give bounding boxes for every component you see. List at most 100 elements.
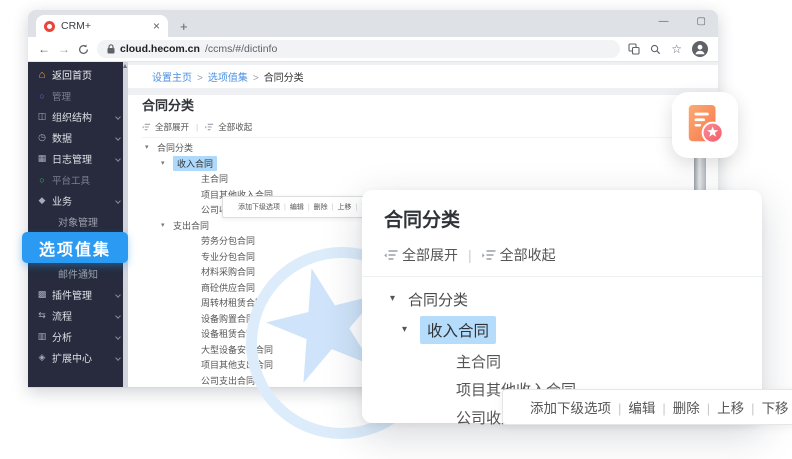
sidebar-item[interactable]: ◈ 扩展中心 [28, 347, 128, 368]
context-menu-item[interactable]: 添加下级选项 [516, 397, 611, 417]
tree-row[interactable]: ▾ 收入合同 [142, 156, 704, 172]
tree-row[interactable]: ▾ 合同分类 [142, 140, 704, 156]
sidebar-item[interactable]: ▦ 日志管理 [28, 148, 128, 169]
stage: CRM+ × + — ▢ ← → cloud.hecom.cn/ccms/#/d… [0, 0, 792, 459]
context-menu-item[interactable]: 删除 [655, 397, 699, 417]
crm-logo-icon [44, 21, 55, 32]
browser-toolbar: ← → cloud.hecom.cn/ccms/#/dictinfo ☆ [28, 37, 718, 62]
zoom-icon[interactable] [650, 44, 661, 55]
tree-node-label[interactable]: 劳务分包合同 [201, 234, 255, 247]
send-to-device-icon[interactable] [628, 43, 640, 55]
tab-title: CRM+ [61, 20, 147, 32]
sidebar-item[interactable]: ▥ 分析 [28, 326, 128, 347]
tree-expand-arrow-icon[interactable]: ▾ [161, 160, 169, 167]
sidebar-item[interactable]: ▩ 插件管理 [28, 284, 128, 305]
overlay-tree-toolbar: 全部展开 | 全部收起 [384, 245, 762, 265]
sidebar-item-label: 数据 [52, 130, 72, 145]
overlay-toolbar-separator: | [468, 247, 472, 263]
url-host: cloud.hecom.cn [120, 43, 200, 55]
sidebar-item-label: 返回首页 [52, 67, 92, 82]
tree-row[interactable]: ▾ 主合同 [362, 347, 762, 375]
tree-node-label[interactable]: 合同分类 [157, 141, 193, 154]
sidebar-item-label: 插件管理 [52, 287, 92, 302]
context-menu-item[interactable]: 下移 [744, 397, 788, 417]
app-sidebar: ⌂ 返回首页 ○ 管理 ◫ 组织结构 [28, 62, 128, 387]
collapse-all-button[interactable]: 全部收起 [205, 121, 252, 133]
sidebar-item-label: 邮件通知 [58, 266, 98, 281]
sidebar-item[interactable]: ◆ 业务 [28, 190, 128, 211]
puzzle-icon: ◈ [36, 352, 48, 363]
new-tab-button[interactable]: + [180, 19, 188, 34]
tree-node-label[interactable]: 设备购置合同 [201, 312, 255, 325]
flow-icon: ⇆ [36, 310, 48, 321]
sidebar-item[interactable]: 邮件通知 [28, 263, 128, 284]
tree-toolbar: 全部展开 | 全部收起 [142, 121, 704, 133]
context-menu-item[interactable]: 上移 [328, 202, 352, 212]
overlay-category-tree: ▾ 合同分类 ▾ 收入合同 ▾ 主合同 ▾ 项目其他收入合同 [362, 277, 762, 431]
sidebar-item-label: 对象管理 [58, 214, 98, 229]
document-star-icon [684, 102, 726, 148]
chevron-down-icon [115, 292, 121, 298]
scroll-up-icon [123, 64, 127, 68]
tree-expand-arrow-icon[interactable]: ▾ [402, 325, 414, 335]
browser-tab[interactable]: CRM+ × [36, 15, 168, 37]
chevron-down-icon [115, 334, 121, 340]
sidebar-item[interactable]: 对象管理 [28, 211, 128, 232]
forward-button[interactable]: → [58, 43, 70, 55]
back-button[interactable]: ← [38, 43, 50, 55]
profile-avatar[interactable] [692, 41, 708, 57]
context-menu-item[interactable]: 上移 [700, 397, 744, 417]
divider [142, 137, 704, 138]
chevron-down-icon [115, 114, 121, 120]
maximize-button[interactable]: ▢ [697, 16, 706, 27]
sidebar-item[interactable]: ◫ 组织结构 [28, 106, 128, 127]
tree-expand-arrow-icon[interactable]: ▾ [161, 222, 169, 229]
overlay-collapse-all-button[interactable]: 全部收起 [482, 245, 556, 265]
reload-button[interactable] [78, 44, 89, 55]
context-menu-item[interactable]: 删除 [304, 202, 328, 212]
sidebar-item[interactable]: ⇆ 流程 [28, 305, 128, 326]
sidebar-item[interactable]: ○ 管理 [28, 85, 128, 106]
bookmark-star-icon[interactable]: ☆ [671, 42, 682, 56]
tab-close-icon[interactable]: × [153, 19, 160, 33]
sidebar-item-label: 组织结构 [52, 109, 92, 124]
tree-node-label[interactable]: 合同分类 [408, 289, 468, 310]
tree-expand-arrow-icon[interactable]: ▾ [390, 294, 402, 304]
lock-icon [107, 44, 115, 54]
expand-all-button[interactable]: 全部展开 [142, 121, 189, 133]
tree-node-label[interactable]: 支出合同 [173, 219, 209, 232]
tree-row[interactable]: ▾ 合同分类 [362, 285, 762, 313]
sidebar-item[interactable]: ⌂ 返回首页 [28, 64, 128, 85]
overlay-expand-all-button[interactable]: 全部展开 [384, 245, 458, 265]
context-menu-item[interactable]: 编辑 [280, 202, 304, 212]
tree-node-label[interactable]: 主合同 [456, 351, 501, 372]
context-menu-item[interactable]: 添加下级选项 [230, 202, 280, 212]
window-controls: — ▢ [659, 16, 706, 27]
tree-row[interactable]: ▾ 主合同 [142, 171, 704, 187]
tree-node-label[interactable]: 主合同 [201, 172, 228, 185]
tree-row[interactable]: ▾ 收入合同 [362, 313, 762, 347]
sidebar-item-label: 平台工具 [52, 173, 90, 187]
breadcrumb-item[interactable]: 设置主页 [142, 69, 192, 84]
chevron-down-icon [115, 156, 121, 162]
sidebar-item-label: 分析 [52, 329, 72, 344]
address-bar[interactable]: cloud.hecom.cn/ccms/#/dictinfo [97, 40, 620, 58]
toolbar-right-icons: ☆ [628, 41, 708, 57]
minimize-button[interactable]: — [659, 16, 669, 27]
tree-node-label[interactable]: 公司支出合同 [201, 374, 255, 387]
sidebar-item[interactable]: ◷ 数据 [28, 127, 128, 148]
chevron-down-icon [115, 355, 121, 361]
document-badge-card [672, 92, 738, 158]
grid2-icon: ▩ [36, 289, 48, 300]
tree-node-label[interactable]: 收入合同 [173, 156, 217, 171]
sidebar-item[interactable]: ○ 平台工具 [28, 169, 128, 190]
tree-node-label[interactable]: 收入合同 [420, 316, 496, 344]
breadcrumb-item[interactable]: 选项值集 [192, 69, 248, 84]
tree-expand-arrow-icon[interactable]: ▾ [145, 144, 153, 151]
org-icon: ◫ [36, 111, 48, 122]
clock-icon: ◷ [36, 132, 48, 143]
breadcrumb-item[interactable]: 合同分类 [248, 69, 304, 84]
node-context-menu: 添加下级选项 编辑 删除 上移 下移 [502, 389, 792, 425]
context-menu-item[interactable]: 编辑 [611, 397, 655, 417]
callout-option-value-set[interactable]: 选项值集 [22, 232, 128, 263]
